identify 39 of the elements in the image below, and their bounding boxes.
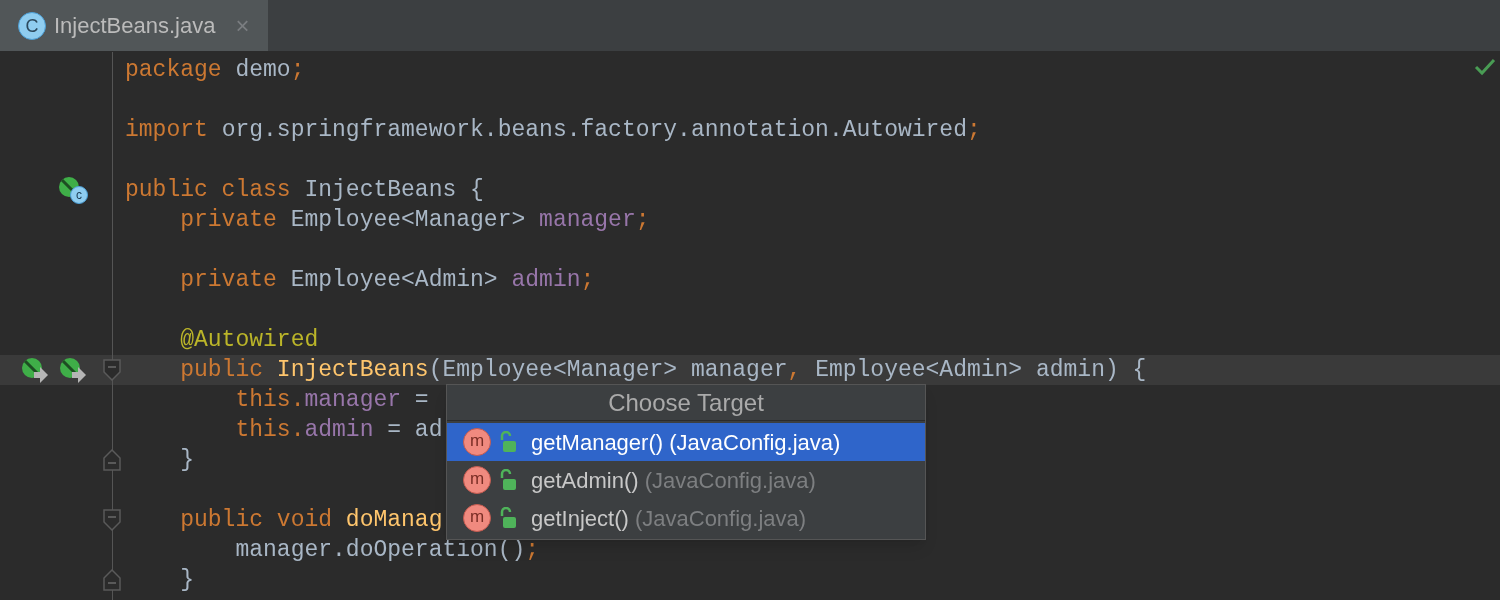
unlocked-icon [499,469,517,491]
code-line: public void doManag [179,506,443,535]
source-file: (JavaConfig.java) [634,505,807,531]
code-line: } [179,566,194,595]
code-line: public class InjectBeans { [125,176,484,205]
unfold-icon[interactable] [103,449,121,471]
code-line: @Autowired [179,326,319,355]
method-name: getInject() [531,505,629,531]
code-line: } [179,446,194,475]
target-item[interactable]: m getManager() (JavaConfig.java) [447,423,925,461]
unlocked-icon [499,431,517,453]
source-file: (JavaConfig.java) [644,467,816,493]
popup-title: Choose Target [447,385,925,421]
target-item[interactable]: m getInject() (JavaConfig.java) [447,499,925,537]
code-line: this.admin = ad [234,416,443,445]
code-line: private Employee<Manager> manager; [179,206,650,235]
unlocked-icon [499,507,517,529]
code-line: this.manager = [234,386,429,415]
source-file: (JavaConfig.java) [669,429,841,455]
method-icon: m [463,428,491,456]
class-icon: C [18,11,46,40]
editor-tab[interactable]: C InjectBeans.java × [0,0,268,51]
check-icon [1474,58,1496,76]
fold-icon[interactable] [103,509,121,531]
target-item[interactable]: m getAdmin() (JavaConfig.java) [447,461,925,499]
code-line: public InjectBeans(Employee<Manager> manager, Employee<Admin> admin) { [179,356,1147,385]
method-icon: m [463,466,491,494]
code-line: private Employee<Admin> admin; [179,266,595,295]
code-line: manager.doOperation(); [234,536,540,565]
bean-navigate-icon[interactable] [20,356,50,384]
unfold-icon[interactable] [103,569,121,591]
tab-title: InjectBeans.java [54,12,216,40]
code-line: import org.springframework.beans.factory.annotation.Autowired; [125,116,981,145]
fold-icon[interactable] [103,359,121,381]
method-name: getAdmin() [531,467,639,493]
bean-navigate-icon[interactable] [58,356,88,384]
code-line: package demo; [125,56,305,85]
method-name: getManager() [531,429,664,455]
method-icon: m [463,504,491,532]
